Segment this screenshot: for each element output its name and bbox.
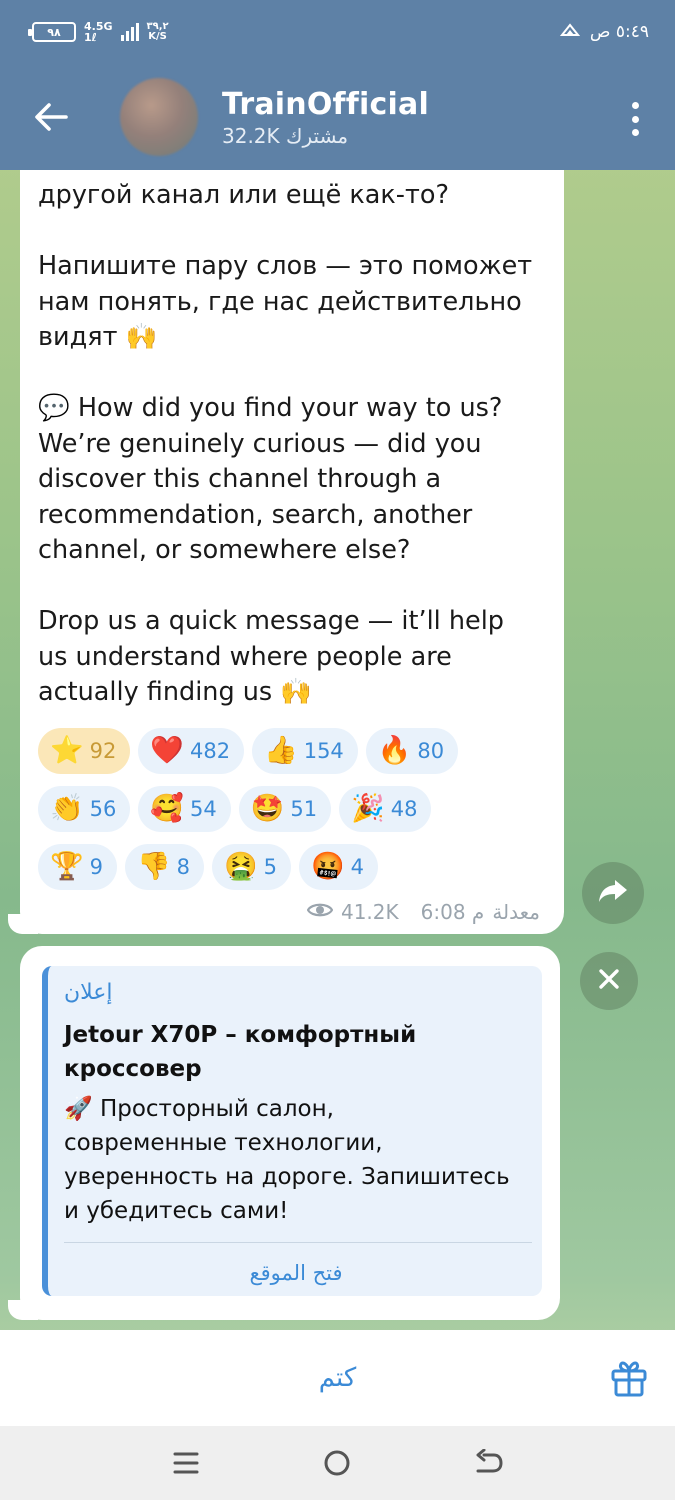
view-count: 41.2K xyxy=(340,900,399,924)
recent-apps-icon[interactable] xyxy=(166,1443,206,1483)
message-line: видят 🙌 xyxy=(38,322,158,352)
chat-header: TrainOfficial 32.2K مشترك xyxy=(0,64,675,170)
battery-indicator: ٩٨ xyxy=(28,22,76,42)
eye-icon xyxy=(306,900,334,924)
message-bubble[interactable]: другой канал или ещё как-то? Напишите па… xyxy=(20,120,564,934)
sponsored-message[interactable]: إعلان Jetour X70P – комфортный кроссовер… xyxy=(20,946,560,1320)
channel-bottom-bar: كتم xyxy=(0,1330,675,1426)
back-arrow-icon[interactable] xyxy=(30,96,72,138)
ad-text: 🚀 Просторный салон, современные технолог… xyxy=(64,1096,510,1224)
channel-title-box[interactable]: TrainOfficial 32.2K مشترك xyxy=(222,87,429,148)
channel-title: TrainOfficial xyxy=(222,86,429,122)
message-time: 6:08 م xyxy=(420,900,485,924)
message-meta: 41.2K 6:08 م معدلة xyxy=(306,900,540,924)
message-line: channel, or somewhere else? xyxy=(38,535,411,565)
reaction-cursing[interactable]: 🤬 4 xyxy=(299,844,378,890)
message-line: We’re genuinely curious — did you xyxy=(38,428,482,459)
message-line: Drop us a quick message — it’ll help xyxy=(38,606,504,636)
message-text: другой канал или ещё как-то? Напишите па… xyxy=(38,178,552,711)
message-line: Напишите пару слов — это поможет xyxy=(38,251,533,281)
reaction-trophy[interactable]: 🏆 9 xyxy=(38,844,117,890)
close-ad-button[interactable] xyxy=(580,952,638,1010)
mute-button[interactable]: كتم xyxy=(319,1363,357,1393)
message-line: discover this channel through a xyxy=(38,464,442,494)
message-line: другой канал или ещё как-то? xyxy=(38,180,449,210)
share-arrow-icon xyxy=(598,878,628,908)
system-nav-bar xyxy=(0,1426,675,1500)
status-right: ٥:٤٩ ص xyxy=(559,22,649,42)
edited-label: معدلة xyxy=(492,900,540,924)
ad-title: Jetour X70P – комфортный кроссовер xyxy=(64,1022,417,1082)
reaction-vomit[interactable]: 🤮 5 xyxy=(212,844,291,890)
message-line: actually finding us 🙌 xyxy=(38,677,313,707)
open-website-button[interactable]: فتح الموقع xyxy=(64,1261,528,1285)
reactions: ⭐ 92 ❤️ 482 👍 154 🔥 80 👏 56 🥰 54 🤩 51 🎉 48 🏆 9 👎 8… xyxy=(38,728,548,902)
network-speed: ٣٩,٢ K/S xyxy=(146,21,169,42)
reaction-star[interactable]: ⭐ 92 xyxy=(38,728,131,774)
ad-card[interactable]: إعلان Jetour X70P – комфортный кроссовер… xyxy=(42,966,542,1296)
clock: ٥:٤٩ ص xyxy=(589,22,649,42)
reaction-party[interactable]: 🎉 48 xyxy=(339,786,432,832)
more-menu-icon[interactable] xyxy=(629,102,641,136)
network-type: 4.5G 1ℓ xyxy=(84,20,113,44)
reaction-love-face[interactable]: 🥰 54 xyxy=(138,786,231,832)
reaction-fire[interactable]: 🔥 80 xyxy=(365,728,459,774)
channel-avatar[interactable] xyxy=(120,78,198,156)
message-line: 💬 How did you find your way to us? xyxy=(38,393,503,423)
back-icon[interactable] xyxy=(469,1443,509,1483)
reaction-star-eyes[interactable]: 🤩 51 xyxy=(238,786,332,832)
reaction-thumbs-down[interactable]: 👎 8 xyxy=(125,844,204,890)
message-line: нам понять, где нас действительно xyxy=(38,286,522,317)
reaction-thumbs-up[interactable]: 👍 154 xyxy=(252,728,358,774)
subscriber-count: 32.2K مشترك xyxy=(222,123,349,148)
ad-bubble-tail xyxy=(8,1300,38,1320)
signal-icon xyxy=(120,23,139,41)
notification-icon xyxy=(559,22,580,42)
home-icon[interactable] xyxy=(317,1443,357,1483)
reaction-clap[interactable]: 👏 56 xyxy=(38,786,131,832)
close-icon xyxy=(598,968,620,994)
gift-icon[interactable] xyxy=(609,1358,649,1398)
forward-button[interactable] xyxy=(582,862,644,924)
status-left: ٩٨ 4.5G 1ℓ ٣٩,٢ K/S xyxy=(28,20,169,44)
ad-divider xyxy=(64,1242,532,1243)
status-bar: ٩٨ 4.5G 1ℓ ٣٩,٢ K/S ٥:٤٩ ص xyxy=(0,0,675,64)
reaction-heart[interactable]: ❤️ 482 xyxy=(138,728,245,774)
message-line: recommendation, search, another xyxy=(38,499,473,530)
ad-label: إعلان xyxy=(64,980,113,1005)
bubble-tail xyxy=(8,914,38,934)
message-line: us understand where people are xyxy=(38,641,452,672)
